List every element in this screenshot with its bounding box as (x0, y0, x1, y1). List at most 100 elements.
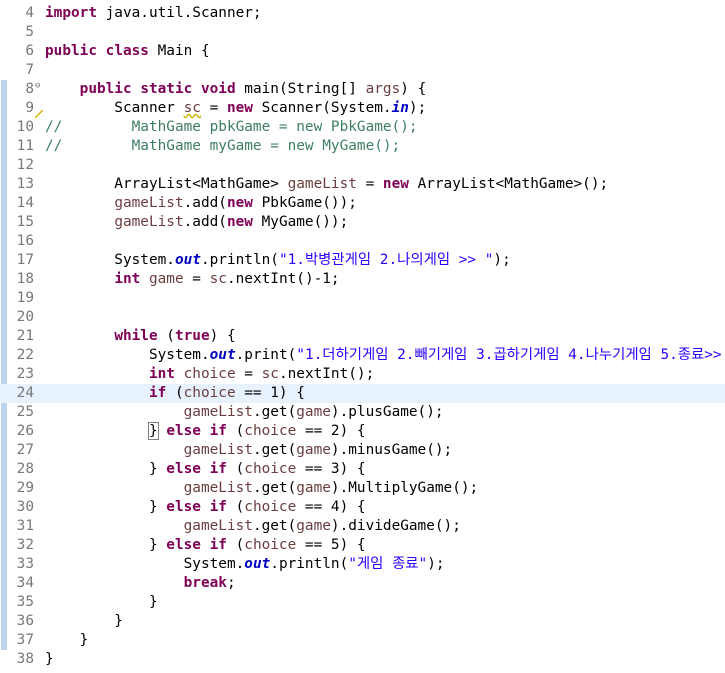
code-token: public (45, 43, 97, 59)
code-token: .nextInt()-1; (226, 271, 340, 287)
code-token: ( (226, 461, 245, 477)
code-line[interactable]: 25 gameList.get(game).plusGame(); (0, 403, 725, 422)
code-line[interactable]: 9 Scanner sc = new Scanner(System.in); (0, 99, 725, 119)
code-line[interactable]: 34 break; (0, 574, 725, 593)
code-token: choice (183, 385, 236, 401)
line-number: 19 (16, 290, 34, 306)
code-token: PbkGame()); (252, 195, 357, 211)
line-number: 16 (16, 233, 34, 249)
line-code: System.out.println("1.박병관게임 2.나의게임 >> ")… (45, 251, 511, 270)
code-token: .println( (270, 556, 349, 572)
line-code: System.out.println("게임 종료"); (45, 555, 445, 574)
code-line[interactable]: 23 int choice = sc.nextInt(); (0, 365, 725, 384)
code-line[interactable]: 8 ⊖ public static void main(String[] args… (0, 80, 725, 99)
code-line[interactable]: 5 (0, 23, 725, 42)
code-token: MyGame()); (252, 214, 349, 230)
code-line[interactable]: 24 if (choice == 1) { (0, 384, 725, 403)
code-token: ); (493, 252, 511, 268)
code-line[interactable]: 28 } else if (choice == 3) { (0, 460, 725, 479)
line-number: 10 (16, 119, 34, 135)
line-number: 24 (16, 385, 34, 401)
code-token: "1.더하기게임 2.빼기게임 3.곱하기게임 4.나누기게임 5.종료>> " (296, 347, 725, 363)
code-line[interactable]: 22 System.out.print("1.더하기게임 2.빼기게임 3.곱하… (0, 346, 725, 365)
code-line[interactable]: 35 } (0, 593, 725, 612)
code-line[interactable]: 19 (0, 289, 725, 308)
code-token: new (226, 195, 253, 211)
code-line[interactable]: 38} (0, 650, 725, 669)
line-number: 6 (25, 43, 34, 59)
code-token: if (148, 385, 167, 401)
code-token: static (140, 81, 193, 97)
code-line[interactable]: 16 (0, 232, 725, 251)
line-code: } (45, 612, 123, 631)
collapse-icon[interactable]: ⊖ (35, 80, 40, 93)
code-line[interactable]: 37 } (0, 631, 725, 650)
code-token: game (296, 404, 331, 420)
code-token: if (209, 461, 227, 477)
code-token: } (148, 422, 159, 440)
code-token: = (356, 176, 383, 192)
code-line[interactable]: 12 (0, 156, 725, 175)
line-code: int game = sc.nextInt()-1; (45, 270, 340, 289)
code-line[interactable]: 27 gameList.get(game).minusGame(); (0, 441, 725, 460)
code-line[interactable]: 4 import java.util.Scanner; (0, 4, 725, 23)
code-token: break (183, 575, 227, 591)
line-number: 9 (25, 100, 34, 116)
line-number: 32 (16, 537, 34, 553)
line-number: 29 (16, 480, 34, 496)
code-line[interactable]: 14 gameList.add(new PbkGame()); (0, 194, 725, 213)
code-line[interactable]: 36 } (0, 612, 725, 631)
code-token: if (209, 499, 227, 515)
code-token: .get( (252, 518, 297, 534)
warning-icon[interactable] (34, 105, 44, 119)
code-line[interactable]: 20 (0, 308, 725, 327)
code-token: choice (244, 499, 297, 515)
code-token: public (79, 81, 132, 97)
code-line[interactable]: 31 gameList.get(game).divideGame(); (0, 517, 725, 536)
code-token: ).plusGame(); (330, 404, 444, 420)
line-number: 34 (16, 575, 34, 591)
code-line[interactable]: 11 // MathGame myGame = new MyGame(); (0, 137, 725, 156)
line-code: Scanner sc = new Scanner(System.in); (45, 99, 426, 118)
code-line[interactable]: 32 } else if (choice == 5) { (0, 536, 725, 555)
code-line[interactable]: 17 System.out.println("1.박병관게임 2.나의게임 >>… (0, 251, 725, 270)
code-line[interactable]: 10 // MathGame pbkGame = new PbkGame(); (0, 118, 725, 137)
code-token: = (200, 100, 227, 116)
code-token: int (114, 271, 141, 287)
code-line[interactable]: 18 int game = sc.nextInt()-1; (0, 270, 725, 289)
line-code: break; (45, 574, 236, 593)
code-token: out (244, 556, 271, 572)
code-line[interactable]: 30 } else if (choice == 4) { (0, 498, 725, 517)
code-token: .print( (235, 347, 297, 363)
code-token: } (45, 613, 123, 629)
code-line[interactable]: 6 public class Main { (0, 42, 725, 61)
code-token: .add( (183, 195, 227, 211)
code-line[interactable]: 15 gameList.add(new MyGame()); (0, 213, 725, 232)
code-line[interactable]: 13 ArrayList<MathGame> gameList = new Ar… (0, 175, 725, 194)
line-number: 20 (16, 309, 34, 325)
line-number: 37 (16, 632, 34, 648)
code-token: ) { (400, 81, 427, 97)
code-token: .add( (183, 214, 227, 230)
code-editor[interactable]: 4 import java.util.Scanner; 5 6 public class… (0, 0, 725, 673)
code-line[interactable]: 26 } else if (choice == 2) { (0, 422, 725, 441)
line-code: if (choice == 1) { (45, 384, 305, 403)
code-line[interactable]: 21 while (true) { (0, 327, 725, 346)
line-number: 31 (16, 518, 34, 534)
code-token: = (183, 271, 210, 287)
code-line[interactable]: 7 (0, 61, 725, 80)
code-line[interactable]: 29 gameList.get(game).MultiplyGame(); (0, 479, 725, 498)
line-code: gameList.get(game).minusGame(); (45, 441, 453, 460)
line-code: } else if (choice == 3) { (45, 460, 366, 479)
code-token: out (209, 347, 236, 363)
line-code: public class Main { (45, 42, 210, 61)
code-line[interactable]: 33 System.out.println("게임 종료"); (0, 555, 725, 574)
code-token: out (174, 252, 201, 268)
code-token: ArrayList<MathGame> (45, 176, 288, 192)
